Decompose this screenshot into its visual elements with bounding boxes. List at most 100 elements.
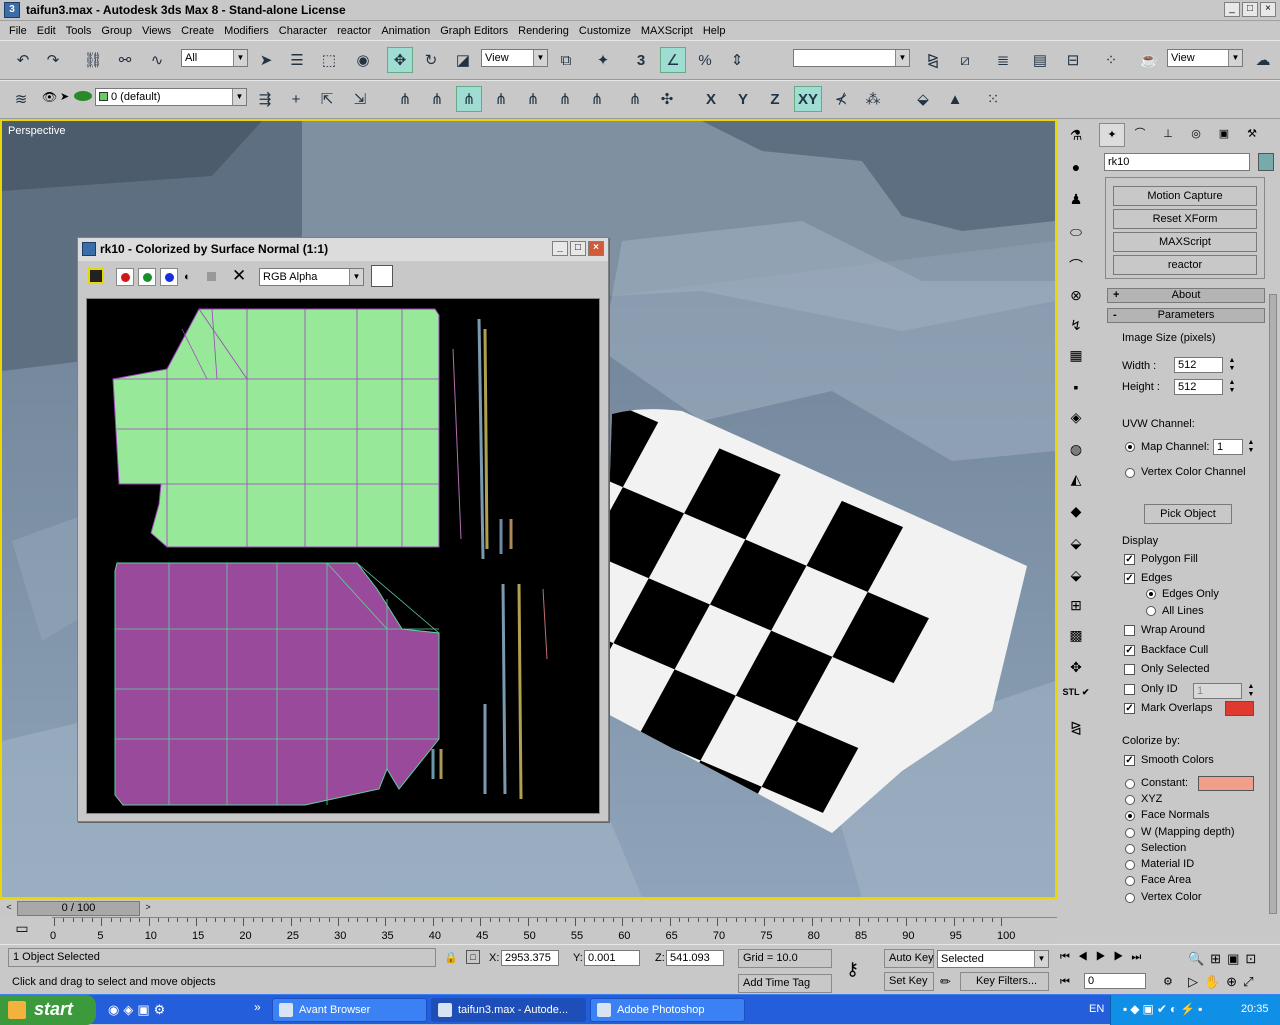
all-lines-radio[interactable]	[1146, 606, 1156, 616]
select-move-icon[interactable]: ✥	[387, 47, 413, 73]
playback-controls-icon[interactable]: ⏮◀▶▶⏭	[1060, 951, 1149, 964]
cube-icon[interactable]: ◈	[1061, 409, 1091, 433]
snap-endpoint-icon[interactable]: ⋔	[488, 86, 514, 112]
mark-overlaps-checkbox[interactable]: ✓	[1124, 703, 1135, 714]
task-avant-browser[interactable]: Avant Browser	[272, 998, 427, 1022]
polygon-fill-checkbox[interactable]: ✓	[1124, 554, 1135, 565]
minimize-button[interactable]: _	[552, 241, 568, 256]
time-prev-icon[interactable]: <	[2, 900, 16, 915]
menu-maxscript[interactable]: MAXScript	[636, 25, 698, 37]
axis-z-button[interactable]: Z	[762, 86, 788, 112]
close-button[interactable]: ×	[588, 241, 604, 256]
w-mapping-radio[interactable]	[1125, 828, 1135, 838]
menu-graph-editors[interactable]: Graph Editors	[435, 25, 513, 37]
stl-check-icon[interactable]: STL ✔	[1061, 687, 1091, 711]
3dsmax-icon[interactable]: 3	[4, 2, 20, 18]
stack-icon[interactable]: ▲	[942, 86, 968, 112]
figure-icon[interactable]: ♟	[1061, 191, 1091, 215]
layers-icon[interactable]: ≋	[8, 86, 34, 112]
save-icon[interactable]	[88, 268, 104, 284]
shape-icon[interactable]: ●	[1061, 159, 1091, 183]
parameters-rollout[interactable]: - Parameters	[1107, 308, 1265, 323]
layer-select[interactable]: 0 (default) ▼	[95, 88, 247, 106]
pivot-center-icon[interactable]: ⧉	[553, 47, 579, 73]
select-by-name-icon[interactable]: ☰	[284, 47, 310, 73]
pick-object-button[interactable]: Pick Object	[1144, 504, 1232, 524]
unlink-icon[interactable]: ⚯	[112, 47, 138, 73]
face-area-radio[interactable]	[1125, 876, 1135, 886]
menu-modifiers[interactable]: Modifiers	[219, 25, 274, 37]
y-coordinate-field[interactable]: 0.001	[584, 950, 640, 966]
mesh-icon[interactable]: ▦	[1061, 347, 1091, 371]
key-filters-button[interactable]: Key Filters...	[960, 972, 1049, 991]
channel-select[interactable]: RGB Alpha ▼	[259, 268, 364, 286]
width-field[interactable]: 512	[1174, 357, 1223, 373]
color-swatch[interactable]	[371, 265, 393, 287]
pattern-icon[interactable]: ◆	[1061, 503, 1091, 527]
link-icon[interactable]: ⛓	[80, 47, 106, 73]
select-scale-icon[interactable]: ◪	[450, 47, 476, 73]
align-icon[interactable]: ⧄	[952, 47, 978, 73]
set-key-button[interactable]: Set Key	[884, 972, 934, 991]
menu-help[interactable]: Help	[698, 25, 731, 37]
mirror-icon[interactable]: ⧎	[920, 47, 946, 73]
language-indicator[interactable]: EN	[1089, 1003, 1104, 1015]
object-color-swatch[interactable]	[1258, 153, 1274, 171]
constant-radio[interactable]	[1125, 779, 1135, 789]
layer-lights-icon[interactable]: ⇶	[252, 86, 278, 112]
select-object-icon[interactable]: ➤	[253, 47, 279, 73]
xyz-radio[interactable]	[1125, 795, 1135, 805]
render-type-select[interactable]: View ▼	[1167, 49, 1243, 67]
snap-vertex-icon[interactable]: ⋔	[456, 86, 482, 112]
clear-icon[interactable]: ✕	[232, 266, 246, 286]
select-layer-icon[interactable]: ⇲	[347, 86, 373, 112]
sphere-icon[interactable]: ⊗	[1061, 287, 1091, 311]
curve-editor-icon[interactable]: ▤	[1027, 47, 1053, 73]
time-next-icon[interactable]: >	[141, 900, 155, 915]
about-rollout[interactable]: + About	[1107, 288, 1265, 303]
mono-channel-icon[interactable]: ◐	[184, 271, 191, 283]
viewport-nav-icons-2[interactable]: ▷✋⊕⤢	[1188, 974, 1259, 990]
quick-render-icon[interactable]: ☁	[1250, 47, 1276, 73]
snap-pivot-icon[interactable]: ⋔	[424, 86, 450, 112]
spinner-snap-icon[interactable]: ⇕	[724, 47, 750, 73]
create-layer-icon[interactable]: +	[283, 86, 309, 112]
menu-animation[interactable]: Animation	[376, 25, 435, 37]
menu-reactor[interactable]: reactor	[332, 25, 376, 37]
snap-settings-icon[interactable]: ✣	[654, 86, 680, 112]
close-button[interactable]: ×	[1260, 2, 1276, 17]
paint-icon[interactable]: ▪	[1061, 379, 1091, 403]
overlap-color-swatch[interactable]	[1225, 701, 1254, 716]
dice-icon[interactable]: ⬙	[1061, 535, 1091, 559]
vertex-color-radio[interactable]	[1125, 893, 1135, 903]
menu-tools[interactable]: Tools	[61, 25, 97, 37]
red-channel-button[interactable]	[116, 268, 134, 286]
snap-grid-icon[interactable]: ⋔	[392, 86, 418, 112]
dice2-icon[interactable]: ⬙	[1061, 567, 1091, 591]
minimize-button[interactable]: _	[1224, 2, 1240, 17]
utilities-tab-icon[interactable]: ⚒	[1239, 123, 1265, 147]
rect-selection-icon[interactable]: ⬚	[316, 47, 342, 73]
material-id-radio[interactable]	[1125, 860, 1135, 870]
add-to-layer-icon[interactable]: ⇱	[314, 86, 340, 112]
menu-views[interactable]: Views	[137, 25, 176, 37]
edges-checkbox[interactable]: ✓	[1124, 573, 1135, 584]
z-coordinate-field[interactable]: 541.093	[666, 950, 724, 966]
mini-curve-editor-icon[interactable]: ▭	[8, 920, 36, 942]
wrap-around-checkbox[interactable]	[1124, 625, 1135, 636]
snap-3d-icon[interactable]: 3	[628, 47, 654, 73]
alpha-channel-icon[interactable]	[207, 272, 216, 281]
reset-xform-button[interactable]: Reset XForm	[1113, 209, 1257, 229]
snap-options-icon[interactable]: ⋔	[622, 86, 648, 112]
particle-icon[interactable]: ⁙	[980, 86, 1006, 112]
maximize-button[interactable]: □	[1242, 2, 1258, 17]
percent-snap-icon[interactable]: %	[692, 47, 718, 73]
menu-customize[interactable]: Customize	[574, 25, 636, 37]
render-window-title-bar[interactable]: rk10 - Colorized by Surface Normal (1:1)…	[78, 238, 608, 261]
render-scene-icon[interactable]: ☕	[1136, 47, 1162, 73]
green-channel-button[interactable]	[138, 268, 156, 286]
menu-group[interactable]: Group	[96, 25, 137, 37]
tray-icons[interactable]: ▪◆▣✔◐⚡▪	[1123, 1002, 1205, 1016]
window-crossing-icon[interactable]: ◉	[350, 47, 376, 73]
motion-capture-button[interactable]: Motion Capture	[1113, 186, 1257, 206]
